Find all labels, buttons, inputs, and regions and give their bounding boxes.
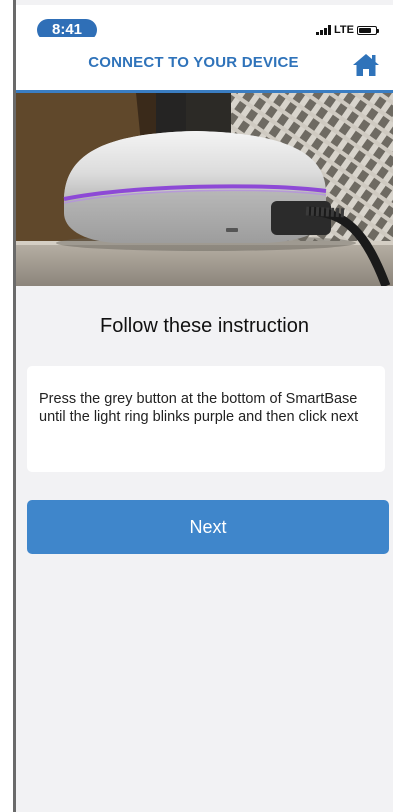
home-icon <box>353 54 379 76</box>
status-indicators: LTE <box>316 22 379 38</box>
page-title: CONNECT TO YOUR DEVICE <box>88 54 299 71</box>
instruction-card: Press the grey button at the bottom of S… <box>27 366 385 472</box>
home-button[interactable] <box>351 52 381 78</box>
instructions-heading: Follow these instruction <box>100 315 309 337</box>
phone-screen: 8:41 LTE CONNECT TO YOUR DEVICE Follow t… <box>13 0 393 812</box>
next-button[interactable]: Next <box>27 500 389 554</box>
app-header: CONNECT TO YOUR DEVICE <box>16 37 393 93</box>
device-photo <box>16 93 393 286</box>
smartbase-image <box>16 93 393 286</box>
instruction-text: Press the grey button at the bottom of S… <box>39 391 359 425</box>
battery-icon <box>357 25 379 35</box>
status-bar: 8:41 LTE <box>16 5 393 41</box>
network-type: LTE <box>334 24 354 36</box>
signal-icon <box>316 25 332 35</box>
